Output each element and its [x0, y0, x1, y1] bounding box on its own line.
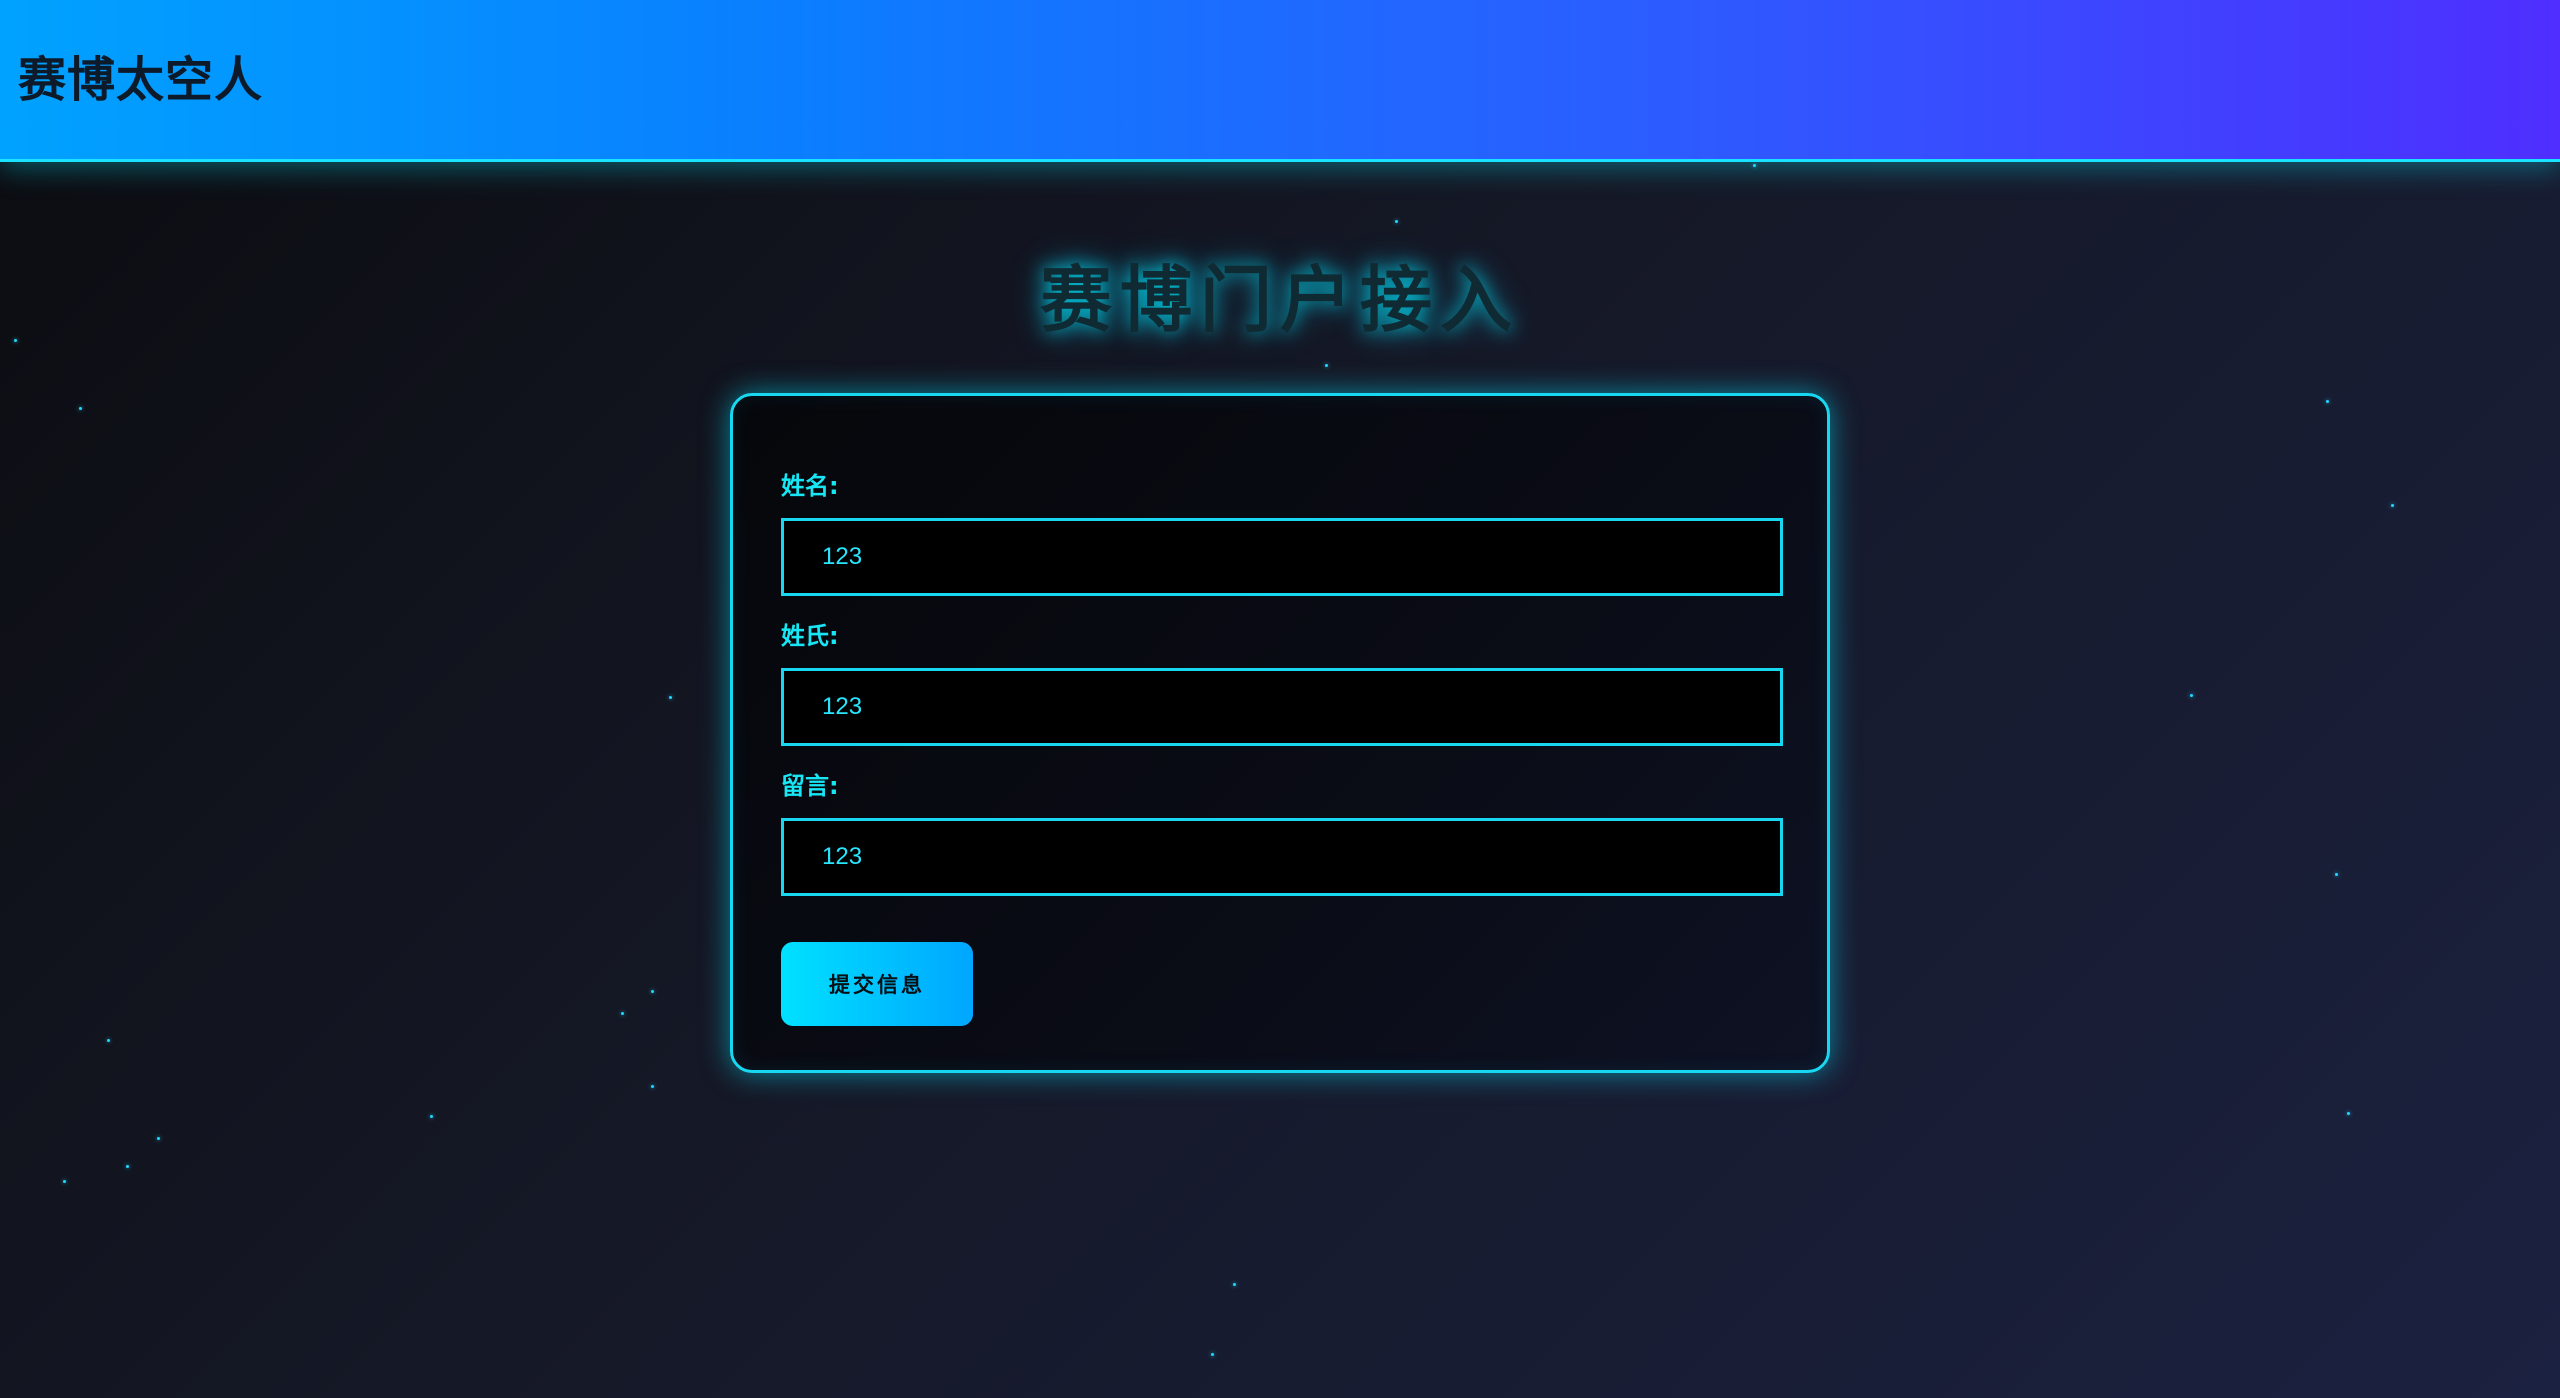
star-particle: [63, 1180, 66, 1183]
star-particle: [621, 1012, 624, 1015]
star-particle: [2190, 694, 2193, 697]
star-particle: [126, 1165, 129, 1168]
star-particle: [2347, 1112, 2350, 1115]
star-particle: [1753, 164, 1756, 167]
first-name-input[interactable]: [781, 518, 1783, 596]
message-label: 留言:: [781, 772, 839, 800]
header-bar: 赛博太空人: [0, 0, 2560, 162]
star-particle: [1211, 1353, 1214, 1356]
star-particle: [1325, 364, 1328, 367]
star-particle: [669, 696, 672, 699]
first-name-label: 姓名:: [781, 472, 839, 500]
submit-button[interactable]: 提交信息: [781, 942, 973, 1026]
last-name-input[interactable]: [781, 668, 1783, 746]
message-input[interactable]: [781, 818, 1783, 896]
page-title: 赛博门户接入: [1039, 258, 1520, 342]
star-particle: [79, 407, 82, 410]
star-particle: [2335, 873, 2338, 876]
star-particle: [157, 1137, 160, 1140]
star-particle: [651, 990, 654, 993]
contact-form-card: 姓名: 姓氏: 留言: 提交信息: [730, 393, 1830, 1073]
last-name-label: 姓氏:: [781, 622, 839, 650]
brand-title: 赛博太空人: [18, 52, 264, 108]
star-particle: [430, 1115, 433, 1118]
star-particle: [2326, 400, 2329, 403]
star-particle: [1395, 220, 1398, 223]
star-particle: [1233, 1283, 1236, 1286]
star-particle: [2391, 504, 2394, 507]
star-particle: [107, 1039, 110, 1042]
star-particle: [651, 1085, 654, 1088]
star-particle: [14, 339, 17, 342]
